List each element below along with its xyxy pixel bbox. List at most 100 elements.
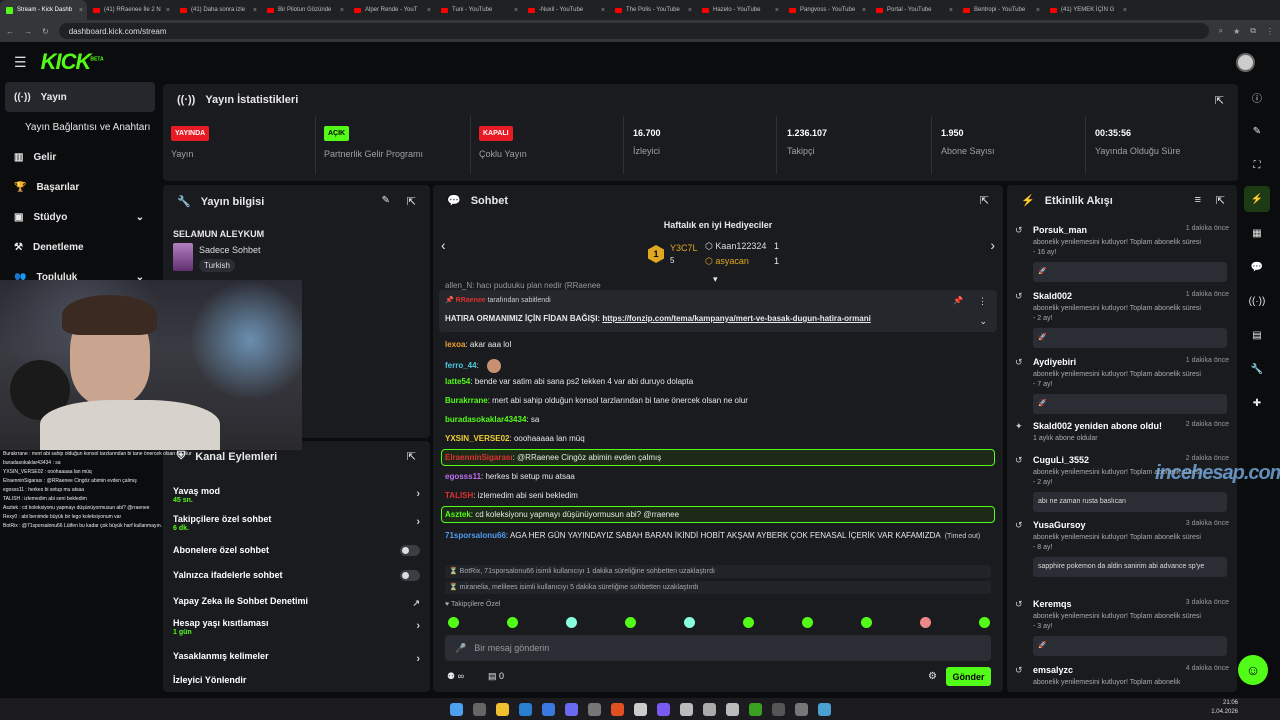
- taskbar-app-icon[interactable]: [794, 702, 808, 716]
- expand-chevron-icon[interactable]: ⌄: [979, 316, 987, 327]
- chat-bubble-icon[interactable]: 💬: [1244, 254, 1270, 280]
- popout-icon[interactable]: ⇱: [980, 194, 989, 207]
- taskbar-app-icon[interactable]: [702, 702, 716, 716]
- popout-icon[interactable]: ⇱: [407, 195, 416, 208]
- close-tab-icon[interactable]: ×: [949, 7, 953, 14]
- close-tab-icon[interactable]: ×: [79, 7, 83, 14]
- taskbar-app-icon[interactable]: [656, 702, 670, 716]
- menu-dots-icon[interactable]: ⋮: [1266, 27, 1274, 36]
- emote-icon[interactable]: [802, 617, 813, 628]
- forward-icon[interactable]: →: [24, 27, 32, 36]
- emote-only-toggle[interactable]: [400, 570, 420, 581]
- chat-username[interactable]: Asztek: [445, 510, 471, 519]
- wrench-icon[interactable]: 🔧: [1244, 356, 1270, 382]
- sidebar-item-stream-key[interactable]: Yayın Bağlantısı ve Anahtarı: [0, 112, 160, 142]
- hamburger-menu-icon[interactable]: ☰: [14, 54, 27, 71]
- taskbar-app-icon[interactable]: [633, 702, 647, 716]
- taskbar-app-icon[interactable]: [495, 702, 509, 716]
- close-tab-icon[interactable]: ×: [601, 7, 605, 14]
- taskbar-app-icon[interactable]: [518, 702, 532, 716]
- close-tab-icon[interactable]: ×: [775, 7, 779, 14]
- emote-icon[interactable]: [743, 617, 754, 628]
- emote-icon[interactable]: [448, 617, 459, 628]
- emote-icon[interactable]: [861, 617, 872, 628]
- browser-tab[interactable]: (41) YEMEK İÇİN G ×: [1044, 0, 1131, 20]
- info-icon[interactable]: ⓘ: [1244, 84, 1270, 110]
- chat-username[interactable]: egosss11: [445, 472, 481, 481]
- settings-gear-icon[interactable]: ⚙: [928, 671, 937, 682]
- emote-icon[interactable]: [507, 617, 518, 628]
- extensions-icon[interactable]: ⧉: [1250, 26, 1256, 36]
- chat-input[interactable]: 🎤 Bir mesaj gönderin: [445, 635, 991, 661]
- broadcast-icon[interactable]: ((·)): [1244, 288, 1270, 314]
- chat-count[interactable]: ▤ 0: [488, 671, 504, 682]
- layers-icon[interactable]: ▤: [1244, 322, 1270, 348]
- sidebar-item-studio[interactable]: ▣ Stüdyo ⌄: [0, 202, 160, 232]
- sidebar-item-moderation[interactable]: ⚒ Denetleme: [0, 232, 160, 262]
- sidebar-item-achievements[interactable]: 🏆 Başarılar: [0, 172, 160, 202]
- bookmark-star-icon[interactable]: ★: [1233, 27, 1240, 36]
- close-tab-icon[interactable]: ×: [427, 7, 431, 14]
- followers-only-row[interactable]: Takipçilere özel sohbet 6 dk. ›: [173, 514, 420, 532]
- popout-icon[interactable]: ⇱: [407, 450, 416, 463]
- chat-username[interactable]: YXSIN_VERSE02: [445, 434, 509, 443]
- close-tab-icon[interactable]: ×: [1036, 7, 1040, 14]
- edit-pencil-icon[interactable]: ✎: [1244, 118, 1270, 144]
- browser-tab[interactable]: Pangvoss - YouTube ×: [783, 0, 870, 20]
- browser-tab[interactable]: Stream - Kick Dashb ×: [0, 0, 87, 20]
- close-tab-icon[interactable]: ×: [688, 7, 692, 14]
- taskbar-app-icon[interactable]: [610, 702, 624, 716]
- close-tab-icon[interactable]: ×: [166, 7, 170, 14]
- taskbar-app-icon[interactable]: [748, 702, 762, 716]
- account-age-row[interactable]: Hesap yaşı kısıtlaması 1 gün ›: [173, 618, 420, 636]
- browser-tab[interactable]: Hazelo - YouTube ×: [696, 0, 783, 20]
- chat-username[interactable]: lexoa: [445, 340, 465, 349]
- browser-tab[interactable]: Tuni - YouTube ×: [435, 0, 522, 20]
- browser-tab[interactable]: Bir Pilotun Gözünde ×: [261, 0, 348, 20]
- browser-tab[interactable]: -Nuxil - YouTube ×: [522, 0, 609, 20]
- taskbar-app-icon[interactable]: [449, 702, 463, 716]
- document-icon[interactable]: ▦: [1244, 220, 1270, 246]
- sidebar-item-stream[interactable]: ((·)) Yayın: [5, 82, 155, 112]
- emote-icon[interactable]: [920, 617, 931, 628]
- add-widget-icon[interactable]: ✚: [1244, 390, 1270, 416]
- close-tab-icon[interactable]: ×: [1123, 7, 1127, 14]
- viewers-inf[interactable]: ⚉ ∞: [447, 671, 464, 682]
- taskbar-app-icon[interactable]: [472, 702, 486, 716]
- taskbar-app-icon[interactable]: [817, 702, 831, 716]
- kick-logo[interactable]: KICKBETA: [41, 49, 104, 75]
- taskbar-app-icon[interactable]: [564, 702, 578, 716]
- chat-username[interactable]: Burakrrane: [445, 396, 488, 405]
- emote-icon[interactable]: [625, 617, 636, 628]
- popout-icon[interactable]: ⇱: [1215, 94, 1224, 107]
- mic-icon[interactable]: 🎤: [455, 643, 466, 654]
- close-tab-icon[interactable]: ×: [253, 7, 257, 14]
- chat-username[interactable]: latte54: [445, 377, 470, 386]
- lightning-icon[interactable]: ⚡: [1244, 186, 1270, 212]
- more-dots-icon[interactable]: ⋮: [978, 296, 987, 307]
- browser-tab[interactable]: Bentropi - YouTube ×: [957, 0, 1044, 20]
- unpin-icon[interactable]: 📌: [953, 296, 963, 305]
- slow-mode-row[interactable]: Yavaş mod 45 sn. ›: [173, 486, 420, 504]
- browser-tab[interactable]: Portal - YouTube ×: [870, 0, 957, 20]
- chat-username[interactable]: buradasokaklar43434: [445, 415, 526, 424]
- chevron-left-icon[interactable]: ‹: [441, 237, 446, 253]
- emote-icon[interactable]: [684, 617, 695, 628]
- taskbar-app-icon[interactable]: [725, 702, 739, 716]
- taskbar-app-icon[interactable]: [541, 702, 555, 716]
- chat-username[interactable]: ferro_44: [445, 361, 477, 370]
- close-tab-icon[interactable]: ×: [514, 7, 518, 14]
- url-field[interactable]: dashboard.kick.com/stream: [58, 23, 1209, 39]
- browser-tab[interactable]: The Polis - YouTube ×: [609, 0, 696, 20]
- taskbar-app-icon[interactable]: [587, 702, 601, 716]
- close-tab-icon[interactable]: ×: [862, 7, 866, 14]
- chat-username[interactable]: ElraenninSigarası: [445, 453, 513, 462]
- profile-avatar[interactable]: [1236, 53, 1255, 72]
- support-chat-icon[interactable]: ☺: [1238, 655, 1268, 685]
- subs-only-toggle[interactable]: [400, 545, 420, 556]
- browser-tab[interactable]: (41) Daha sonra izle ×: [174, 0, 261, 20]
- taskbar-app-icon[interactable]: [679, 702, 693, 716]
- taskbar-app-icon[interactable]: [771, 702, 785, 716]
- browser-tab[interactable]: (41) RRaenee İle 2 N ×: [87, 0, 174, 20]
- viewer-redirect-row[interactable]: İzleyici Yönlendir: [173, 675, 420, 685]
